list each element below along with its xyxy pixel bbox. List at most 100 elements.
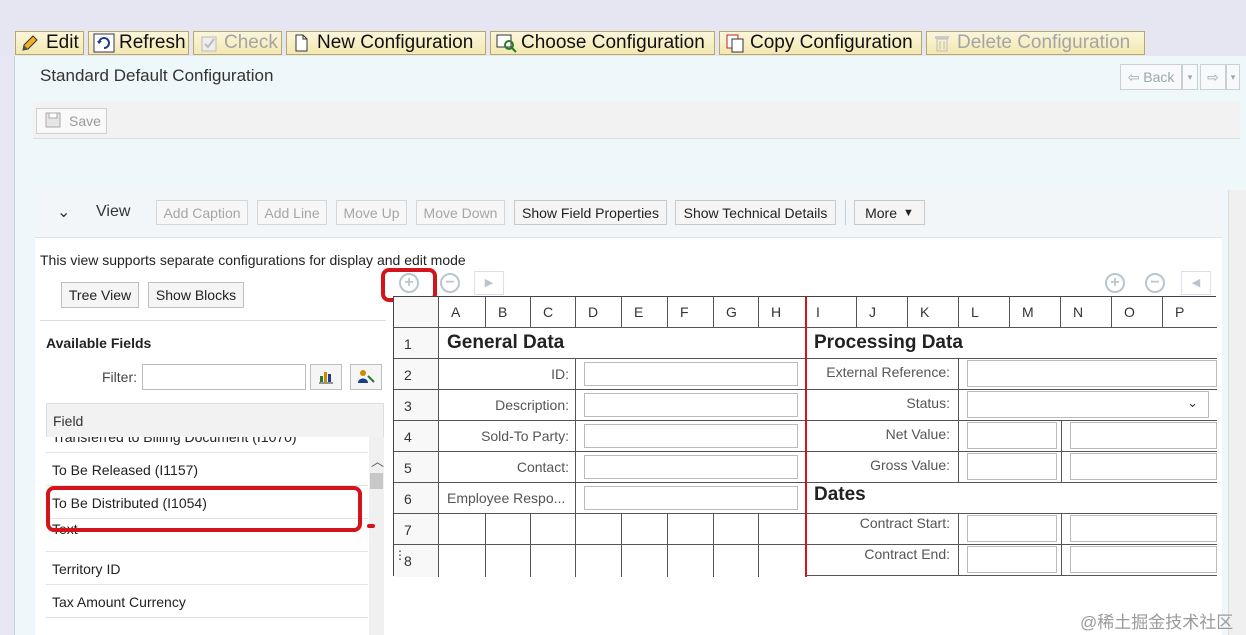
field-label[interactable]: Employee Respo... bbox=[439, 483, 576, 514]
grid-cell[interactable] bbox=[486, 514, 531, 545]
contract-end-time-field[interactable] bbox=[1070, 546, 1217, 573]
field-slot[interactable] bbox=[1062, 545, 1217, 576]
field-slot[interactable]: ⌄ bbox=[959, 390, 1217, 421]
row-header[interactable]: 2 bbox=[394, 359, 439, 390]
remove-column-icon[interactable]: − bbox=[440, 273, 460, 293]
fields-scrollbar[interactable]: ︿ bbox=[369, 437, 384, 635]
edit-button[interactable]: Edit bbox=[15, 31, 84, 55]
grid-cell[interactable] bbox=[714, 545, 759, 577]
grid-cell[interactable] bbox=[531, 545, 576, 577]
scrollbar-thumb[interactable] bbox=[370, 473, 383, 489]
row-header[interactable]: 5 bbox=[394, 452, 439, 483]
back-dropdown-button[interactable]: ▾ bbox=[1182, 64, 1198, 90]
contract-start-time-field[interactable] bbox=[1070, 515, 1217, 542]
next-arrow-icon[interactable]: ▶ bbox=[474, 271, 504, 295]
copy-configuration-button[interactable]: Copy Configuration bbox=[719, 31, 922, 55]
section-title-general-data[interactable]: General Data bbox=[439, 328, 806, 359]
new-configuration-button[interactable]: New Configuration bbox=[286, 31, 486, 55]
grid-cell[interactable] bbox=[439, 545, 486, 577]
tree-view-button[interactable]: Tree View bbox=[61, 282, 139, 308]
column-header[interactable]: D bbox=[576, 297, 622, 328]
field-label[interactable]: Contract End: bbox=[806, 545, 959, 576]
column-header[interactable]: I bbox=[806, 297, 857, 328]
field-label[interactable]: Description: bbox=[439, 390, 576, 421]
refresh-button[interactable]: Refresh bbox=[88, 31, 189, 55]
row-header[interactable]: 6 bbox=[394, 483, 439, 514]
show-technical-details-button[interactable]: Show Technical Details bbox=[675, 200, 836, 225]
status-select[interactable]: ⌄ bbox=[967, 391, 1209, 418]
grid-cell[interactable] bbox=[439, 514, 486, 545]
field-label[interactable]: Contract Start: bbox=[806, 514, 959, 545]
field-label[interactable]: External Reference: bbox=[806, 359, 959, 390]
add-column-icon[interactable]: + bbox=[1105, 273, 1125, 293]
forward-dropdown-button[interactable]: ▾ bbox=[1226, 64, 1240, 90]
gross-value-field[interactable] bbox=[967, 453, 1057, 480]
column-header[interactable]: L bbox=[959, 297, 1010, 328]
column-header[interactable]: O bbox=[1112, 297, 1163, 328]
grid-cell[interactable] bbox=[759, 545, 806, 577]
check-button[interactable]: Check bbox=[193, 31, 282, 55]
show-blocks-button[interactable]: Show Blocks bbox=[148, 282, 244, 308]
net-value-field[interactable] bbox=[967, 422, 1057, 449]
drag-handle-icon[interactable]: ⋮ bbox=[394, 548, 406, 562]
id-field[interactable] bbox=[584, 362, 798, 386]
save-button[interactable]: Save bbox=[36, 108, 107, 134]
move-down-button[interactable]: Move Down bbox=[416, 200, 505, 225]
column-header[interactable]: N bbox=[1061, 297, 1112, 328]
column-header[interactable]: B bbox=[486, 297, 531, 328]
sold-to-party-field[interactable] bbox=[584, 424, 798, 448]
page-scrollbar[interactable] bbox=[1228, 190, 1246, 635]
field-slot[interactable] bbox=[576, 390, 806, 421]
contract-end-field[interactable] bbox=[967, 546, 1057, 573]
grid-cell[interactable] bbox=[714, 514, 759, 545]
section-title-processing-data[interactable]: Processing Data bbox=[806, 328, 1217, 359]
add-line-button[interactable]: Add Line bbox=[257, 200, 327, 225]
user-settings-button[interactable] bbox=[350, 364, 382, 390]
grid-cell[interactable] bbox=[531, 514, 576, 545]
field-slot[interactable] bbox=[576, 421, 806, 452]
grid-cell[interactable] bbox=[622, 545, 668, 577]
show-field-properties-button[interactable]: Show Field Properties bbox=[514, 200, 667, 225]
grid-cell[interactable] bbox=[576, 545, 622, 577]
grid-cell[interactable] bbox=[668, 545, 714, 577]
field-slot[interactable] bbox=[576, 359, 806, 390]
column-header[interactable]: C bbox=[531, 297, 576, 328]
filter-input[interactable] bbox=[142, 364, 306, 390]
field-slot[interactable] bbox=[959, 359, 1217, 390]
row-header[interactable]: 3 bbox=[394, 390, 439, 421]
forward-button[interactable]: ⇨ bbox=[1200, 64, 1226, 90]
list-item[interactable]: Transferred to Billing Document (I1070) bbox=[46, 437, 368, 453]
row-header[interactable]: 1 bbox=[394, 328, 439, 359]
field-label[interactable]: Status: bbox=[806, 390, 959, 421]
contact-field[interactable] bbox=[584, 455, 798, 479]
more-button[interactable]: More ▼ bbox=[854, 200, 925, 225]
choose-configuration-button[interactable]: Choose Configuration bbox=[490, 31, 715, 55]
field-label[interactable]: Contact: bbox=[439, 452, 576, 483]
list-item[interactable]: To Be Released (I1157) bbox=[46, 453, 368, 486]
field-slot[interactable] bbox=[959, 545, 1062, 576]
field-slot[interactable] bbox=[1062, 452, 1217, 483]
back-button[interactable]: ⇦ Back bbox=[1120, 64, 1182, 90]
column-header[interactable]: K bbox=[908, 297, 959, 328]
net-value-currency-field[interactable] bbox=[1070, 422, 1217, 449]
grid-cell[interactable] bbox=[576, 514, 622, 545]
field-slot[interactable] bbox=[1062, 514, 1217, 545]
column-header[interactable]: E bbox=[622, 297, 668, 328]
description-field[interactable] bbox=[584, 393, 798, 417]
grid-cell[interactable] bbox=[668, 514, 714, 545]
column-header[interactable]: G bbox=[714, 297, 759, 328]
field-label[interactable]: ID: bbox=[439, 359, 576, 390]
grid-cell[interactable] bbox=[759, 514, 806, 545]
add-caption-button[interactable]: Add Caption bbox=[156, 200, 248, 225]
column-header[interactable]: M bbox=[1010, 297, 1061, 328]
remove-column-icon[interactable]: − bbox=[1145, 273, 1165, 293]
chevron-up-icon[interactable]: ︿ bbox=[371, 451, 384, 470]
external-reference-field[interactable] bbox=[967, 360, 1217, 387]
prev-arrow-icon[interactable]: ◀ bbox=[1181, 271, 1211, 295]
field-label[interactable]: Gross Value: bbox=[806, 452, 959, 483]
list-item[interactable]: Territory ID bbox=[46, 552, 368, 585]
delete-configuration-button[interactable]: Delete Configuration bbox=[926, 31, 1145, 55]
section-title-dates[interactable]: Dates bbox=[806, 483, 1217, 514]
field-slot[interactable] bbox=[959, 421, 1062, 452]
column-header[interactable]: P bbox=[1163, 297, 1217, 328]
